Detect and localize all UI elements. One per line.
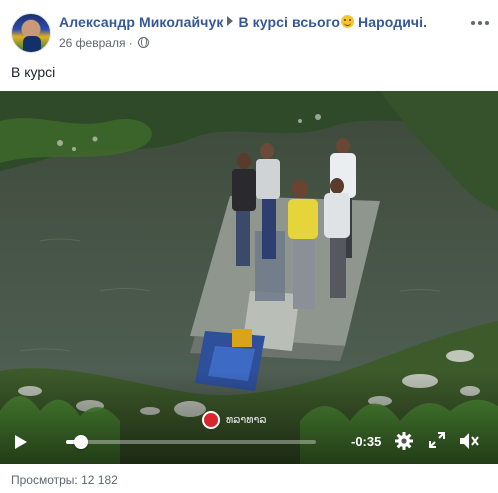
more-icon[interactable]: [471, 18, 491, 28]
video-player[interactable]: ທລາທາລ -0:35: [0, 91, 498, 464]
post-header: Александр Миколайчук В курсі всього Народ…: [11, 12, 491, 56]
video-controls: -0:35: [0, 420, 498, 464]
progress-bar[interactable]: [66, 435, 316, 449]
progress-handle[interactable]: [74, 435, 88, 449]
play-icon[interactable]: [15, 435, 27, 449]
wink-emoji-icon: [341, 15, 354, 28]
author-line: Александр Миколайчук В курсі всього Народ…: [59, 14, 427, 30]
avatar[interactable]: [11, 13, 51, 53]
volume-muted-icon[interactable]: [458, 431, 480, 453]
group-name[interactable]: В курсі всього: [238, 14, 340, 30]
fullscreen-icon[interactable]: [428, 431, 450, 453]
shared-to-arrow-icon: [227, 16, 234, 26]
globe-icon[interactable]: [137, 37, 149, 48]
views-count: Просмотры: 12 182: [11, 473, 118, 487]
group-name-suffix[interactable]: Народичі.: [354, 14, 427, 30]
post-date[interactable]: 26 февраля: [59, 36, 125, 50]
post-text: В курсі: [11, 64, 56, 80]
post-meta: 26 февраля ·: [59, 36, 149, 50]
time-remaining: -0:35: [351, 434, 382, 449]
meta-separator: ·: [128, 36, 133, 50]
author-name[interactable]: Александр Миколайчук: [59, 14, 223, 30]
gear-icon[interactable]: [394, 431, 416, 453]
